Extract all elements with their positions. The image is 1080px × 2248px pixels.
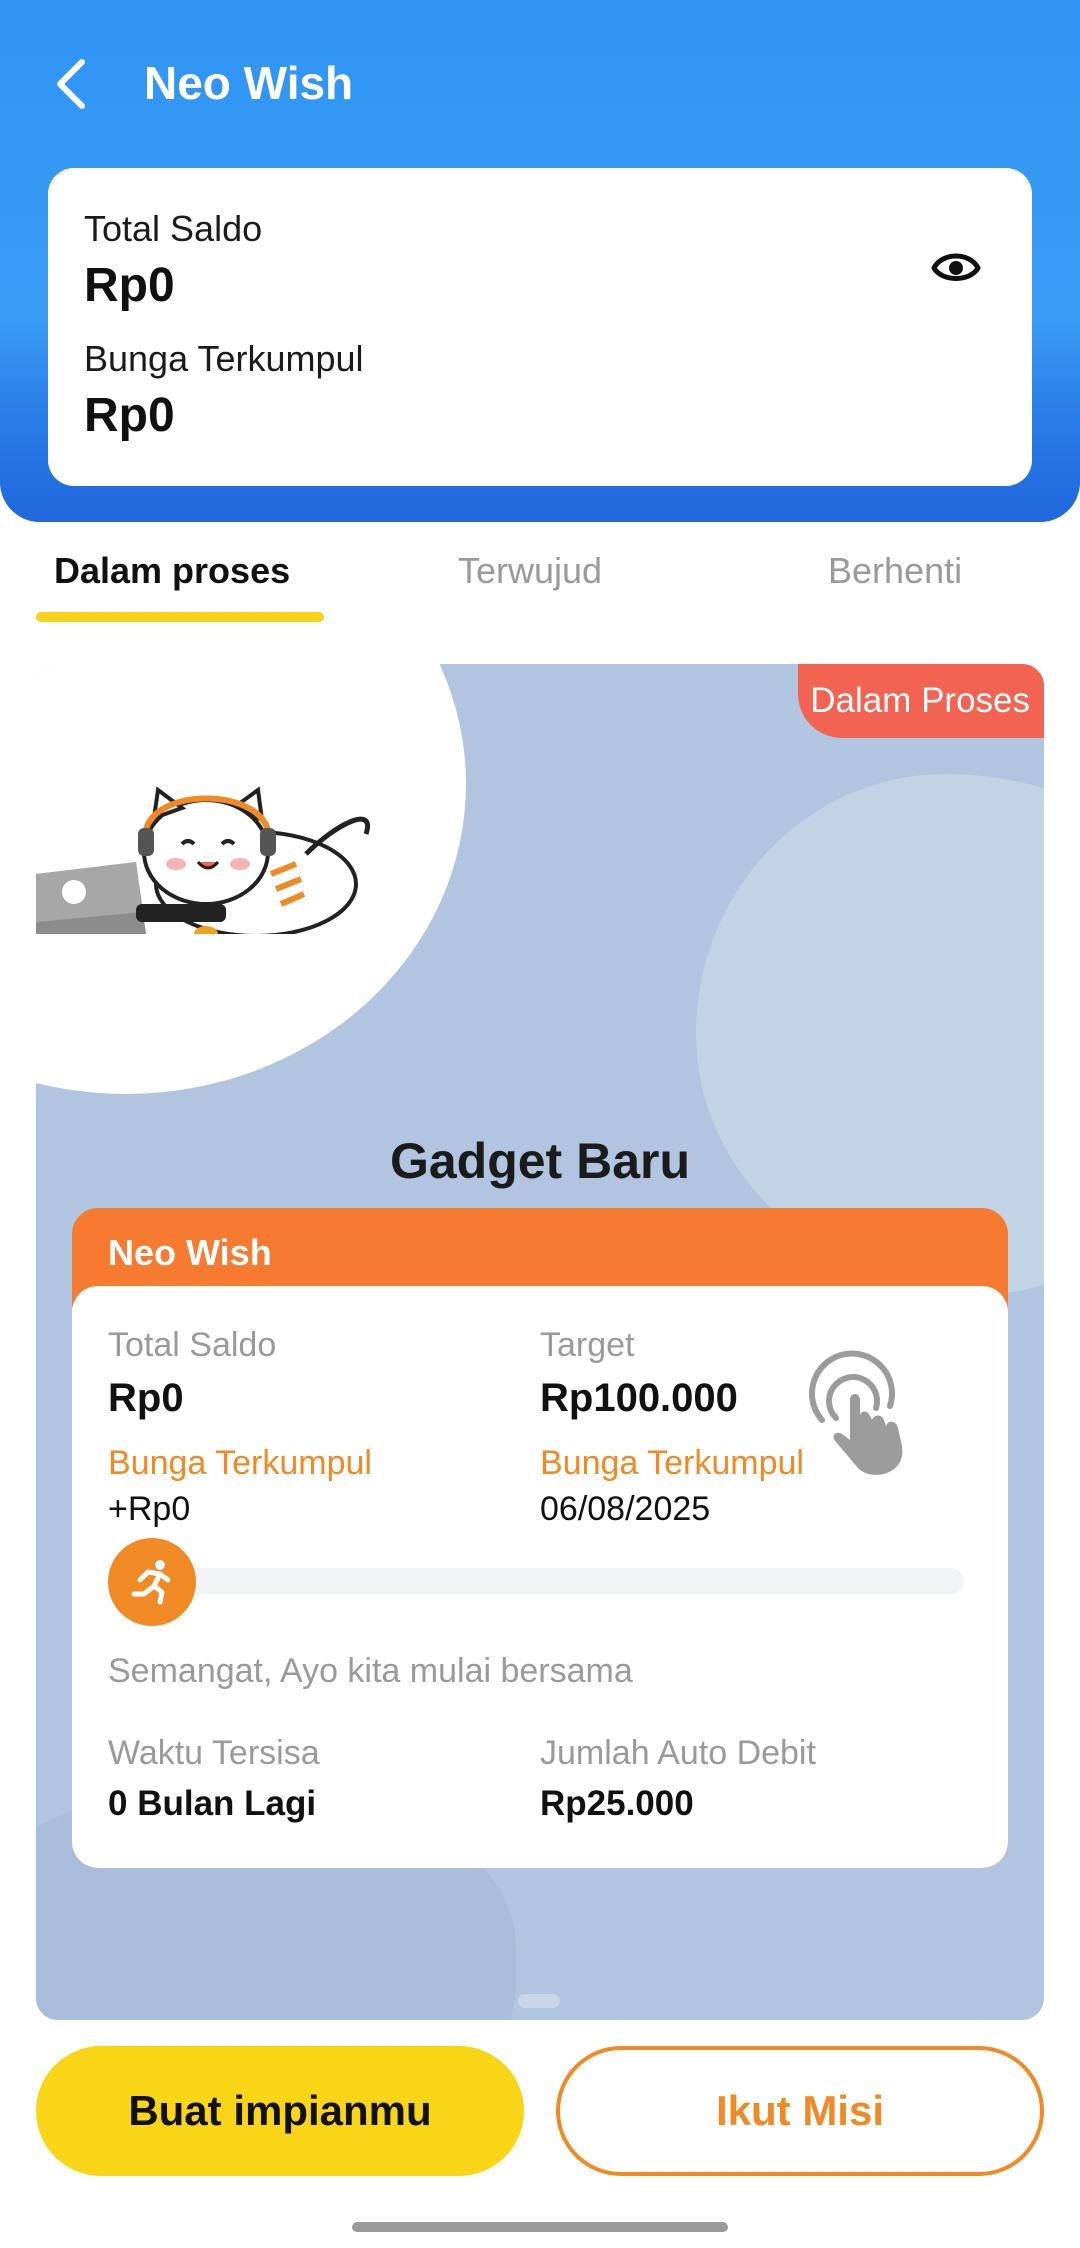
- wish-target-date: 06/08/2025: [540, 1490, 711, 1528]
- wish-summary-card[interactable]: Neo Wish Total Saldo Rp0 Target Rp100.00…: [72, 1208, 1008, 1868]
- chevron-left-icon: [57, 59, 85, 109]
- total-balance-value: Rp0: [84, 259, 175, 312]
- home-indicator[interactable]: [352, 2222, 728, 2232]
- status-tabs: Dalam proses Terwujud Berhenti: [0, 540, 1080, 620]
- remaining-time-value: 0 Bulan Lagi: [108, 1784, 317, 1823]
- auto-debit-label: Jumlah Auto Debit: [540, 1734, 816, 1772]
- total-balance-label: Total Saldo: [84, 208, 263, 249]
- tab-dalam-proses[interactable]: Dalam proses: [54, 550, 290, 592]
- progress-bar: [134, 1568, 964, 1594]
- dream-card[interactable]: Dalam Proses Gadget Baru Neo Wish Total …: [36, 664, 1044, 2020]
- wish-card-header: Neo Wish: [108, 1232, 272, 1273]
- back-button[interactable]: [40, 52, 100, 116]
- interest-value: Rp0: [84, 389, 175, 442]
- running-person-icon: [131, 1560, 171, 1605]
- wish-card-body: Total Saldo Rp0 Target Rp100.000 Bunga T…: [72, 1286, 1008, 1868]
- eye-icon: [931, 253, 981, 281]
- wish-total-label: Total Saldo: [108, 1326, 277, 1364]
- auto-debit-value: Rp25.000: [540, 1784, 694, 1823]
- page-title: Neo Wish: [144, 57, 354, 109]
- wish-target-value: Rp100.000: [540, 1376, 738, 1420]
- create-dream-button[interactable]: Buat impianmu: [36, 2046, 524, 2176]
- status-badge: Dalam Proses: [798, 664, 1044, 738]
- tap-hand-icon: [809, 1350, 903, 1475]
- wish-interest-value: +Rp0: [108, 1490, 191, 1528]
- interest-label: Bunga Terkumpul: [84, 338, 364, 379]
- tab-berhenti[interactable]: Berhenti: [828, 550, 962, 592]
- wish-target-label: Target: [540, 1326, 635, 1364]
- balance-card: Total Saldo Rp0 Bunga Terkumpul Rp0: [48, 168, 1032, 486]
- cat-mascot-illustration: [36, 786, 371, 934]
- carousel-indicator: [518, 1994, 560, 2008]
- wish-interest-label-2: Bunga Terkumpul: [540, 1444, 804, 1482]
- active-tab-indicator: [36, 612, 324, 622]
- motivation-text: Semangat, Ayo kita mulai bersama: [108, 1652, 633, 1690]
- toggle-visibility-button[interactable]: [924, 238, 988, 294]
- tab-terwujud[interactable]: Terwujud: [458, 550, 602, 592]
- wish-total-value: Rp0: [108, 1376, 184, 1420]
- dream-title: Gadget Baru: [389, 1133, 691, 1189]
- join-mission-button[interactable]: Ikut Misi: [556, 2046, 1044, 2176]
- progress-runner-marker: [108, 1538, 196, 1626]
- remaining-time-label: Waktu Tersisa: [108, 1734, 320, 1772]
- wish-interest-label: Bunga Terkumpul: [108, 1444, 372, 1482]
